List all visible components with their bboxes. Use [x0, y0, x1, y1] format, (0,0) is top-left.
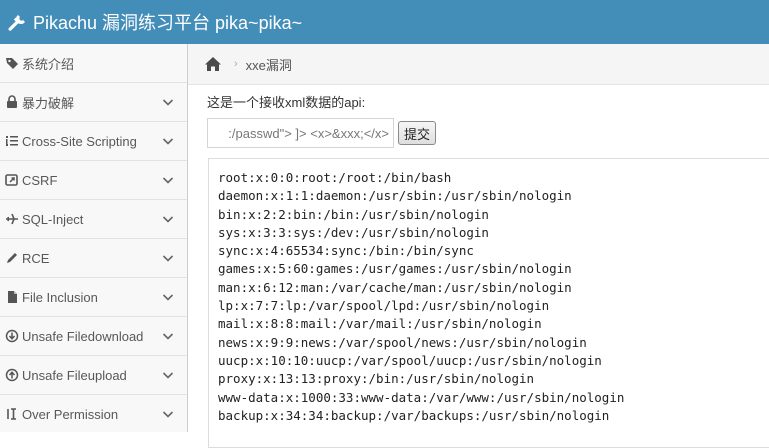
- sidebar-item[interactable]: Unsafe Fileupload: [0, 356, 187, 395]
- sidebar-item[interactable]: RCE: [0, 239, 187, 278]
- output-line: sys:x:3:3:sys:/dev:/usr/sbin/nologin: [218, 224, 489, 240]
- output-line: proxy:x:13:13:proxy:/bin:/usr/sbin/nolog…: [218, 371, 535, 387]
- sidebar: 系统介绍暴力破解 Cross-Site Scripting CSRF SQL-Inje…: [0, 44, 188, 432]
- xml-input[interactable]: [207, 118, 394, 148]
- home-icon[interactable]: [204, 56, 222, 72]
- breadcrumb-separator: ›: [234, 58, 238, 70]
- sidebar-item[interactable]: 系统介绍: [0, 44, 187, 83]
- tag-icon: [6, 58, 18, 69]
- sidebar-item[interactable]: SQL-Inject: [0, 200, 187, 239]
- text-cursor-icon: [7, 408, 16, 420]
- output-line: news:x:9:9:news:/var/spool/news:/usr/sbi…: [218, 334, 587, 350]
- chevron-down-icon[interactable]: [162, 214, 174, 224]
- sidebar-item[interactable]: Over Permission: [0, 395, 187, 432]
- sidebar-item-label: SQL-Inject: [22, 211, 84, 227]
- output-line: root:x:0:0:root:/root:/bin/bash: [218, 170, 452, 185]
- sidebar-item[interactable]: 暴力破解: [0, 83, 187, 122]
- sidebar-item-label: Over Permission: [22, 406, 119, 422]
- chevron-down-icon[interactable]: [162, 136, 174, 146]
- sidebar-item[interactable]: File Inclusion: [0, 278, 187, 317]
- sidebar-item-label: CSRF: [22, 172, 58, 188]
- list-indent-icon: [6, 136, 18, 146]
- output-line: lp:x:7:7:lp:/var/spool/lpd:/usr/sbin/nol…: [218, 298, 550, 314]
- sidebar-item-label: Cross-Site Scripting: [22, 133, 137, 149]
- sidebar-item-label: File Inclusion: [22, 289, 98, 305]
- output-line: daemon:x:1:1:daemon:/usr/sbin:/usr/sbin/…: [218, 188, 572, 204]
- plane-icon: [6, 213, 18, 225]
- chevron-down-icon[interactable]: [162, 409, 174, 419]
- output-line: bin:x:2:2:bin:/bin:/usr/sbin/nologin: [218, 206, 489, 222]
- output-line: games:x:5:60:games:/usr/games:/usr/sbin/…: [218, 261, 572, 277]
- chevron-down-icon[interactable]: [162, 253, 174, 263]
- output-line: mail:x:8:8:mail:/var/mail:/usr/sbin/nolo…: [218, 316, 542, 332]
- sidebar-item-label: 暴力破解: [22, 95, 75, 111]
- output-line: uucp:x:10:10:uucp:/var/spool/uucp:/usr/s…: [218, 352, 602, 368]
- output-line: man:x:6:12:man:/var/cache/man:/usr/sbin/…: [218, 279, 572, 295]
- output-line: sync:x:4:65534:sync:/bin:/bin/sync: [218, 243, 474, 259]
- breadcrumb-current: xxe漏洞: [245, 57, 292, 73]
- sidebar-item[interactable]: Unsafe Filedownload: [0, 317, 187, 356]
- sidebar-item-label: 系统介绍: [22, 56, 75, 72]
- share-square-icon: [5, 174, 18, 186]
- chevron-down-icon[interactable]: [162, 331, 174, 341]
- output-line: www-data:x:1000:33:www-data:/var/www:/us…: [218, 389, 625, 405]
- chevron-down-icon[interactable]: [162, 175, 174, 185]
- xml-output: root:x:0:0:root:/root:/bin/bash daemon:x:…: [208, 158, 769, 448]
- sidebar-item[interactable]: Cross-Site Scripting: [0, 122, 187, 161]
- sidebar-item[interactable]: CSRF: [0, 161, 187, 200]
- upload-circle-icon: [5, 368, 19, 382]
- chevron-down-icon[interactable]: [162, 292, 174, 302]
- app-title: Pikachu 漏洞练习平台 pika~pika~: [33, 13, 303, 33]
- sidebar-item-label: RCE: [22, 250, 50, 266]
- chevron-down-icon[interactable]: [162, 97, 174, 107]
- submit-button[interactable]: 提交: [398, 121, 437, 145]
- top-navbar: Pikachu 漏洞练习平台 pika~pika~: [0, 0, 769, 44]
- api-label: 这是一个接收xml数据的api:: [207, 95, 366, 110]
- wrench-icon: [8, 14, 25, 31]
- chevron-down-icon[interactable]: [162, 370, 174, 380]
- output-line: backup:x:34:34:backup:/var/backups:/usr/…: [218, 407, 610, 423]
- breadcrumb: › xxe漏洞: [188, 44, 769, 85]
- pencil-icon: [7, 253, 17, 263]
- download-circle-icon: [5, 329, 19, 343]
- lock-icon: [7, 95, 17, 108]
- xml-form: 提交: [207, 118, 769, 148]
- brand[interactable]: Pikachu 漏洞练习平台 pika~pika~: [0, 9, 302, 35]
- sidebar-item-label: Unsafe Fileupload: [22, 367, 127, 383]
- file-icon: [8, 291, 17, 303]
- xxe-form-area: 这是一个接收xml数据的api: 提交: [188, 85, 769, 148]
- sidebar-item-label: Unsafe Filedownload: [22, 328, 144, 344]
